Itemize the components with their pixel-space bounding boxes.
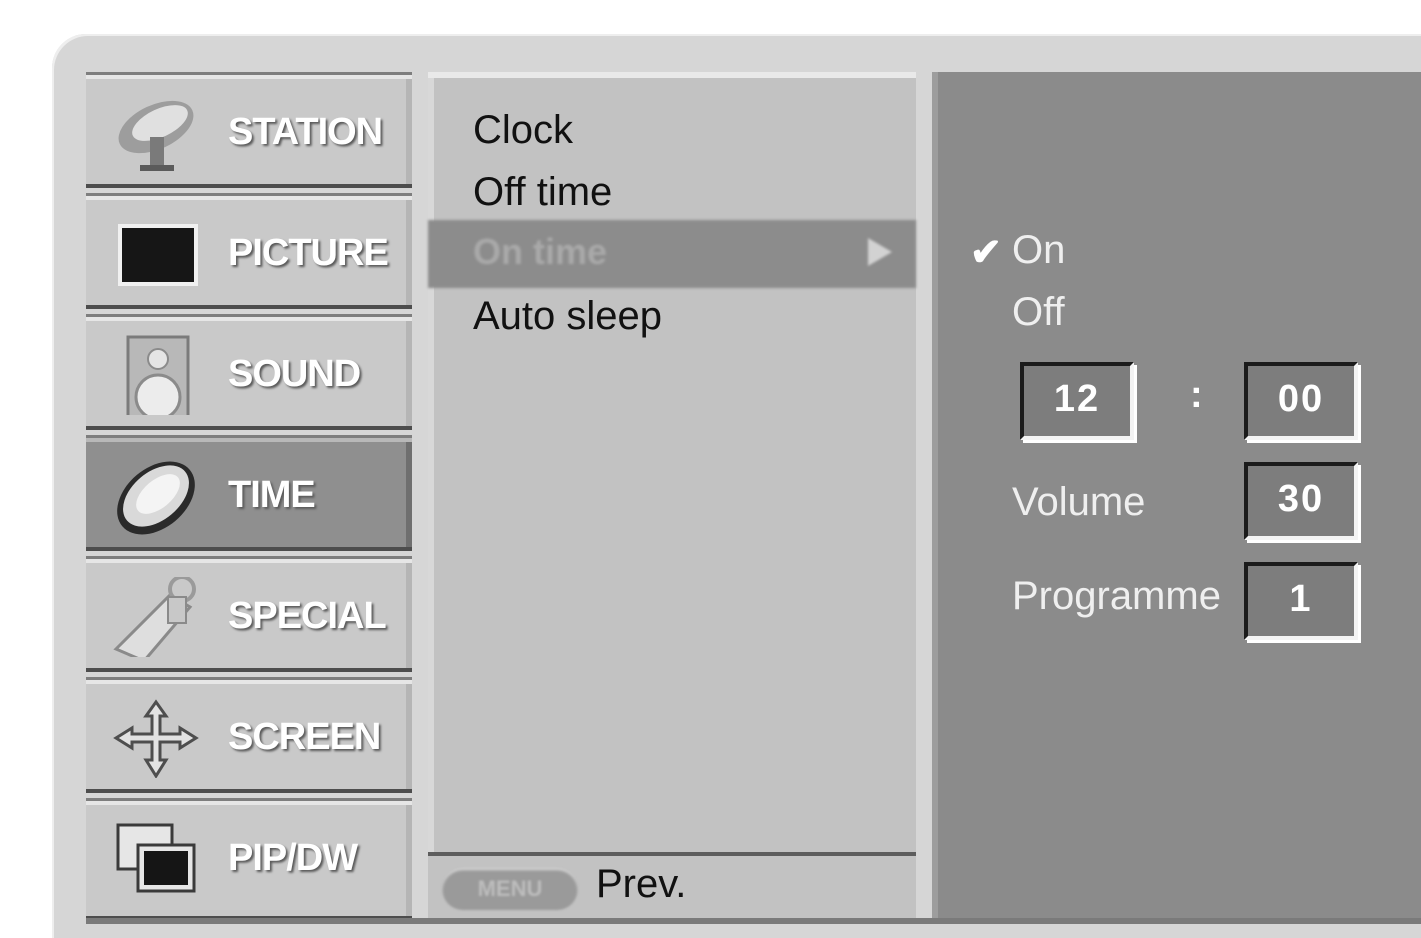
remote-hand-icon <box>113 577 196 657</box>
menu-bottom-edge <box>86 918 1421 924</box>
submenu-item-auto-sleep[interactable]: Auto sleep <box>428 284 916 348</box>
category-label: TIME <box>228 474 316 516</box>
category-menu: STATION PICTURE SOUND TIME SPECIAL SCREE… <box>86 72 412 920</box>
category-station[interactable]: STATION <box>86 72 412 188</box>
submenu-item-off-time[interactable]: Off time <box>428 160 916 224</box>
category-label: STATION <box>228 111 383 153</box>
category-pip-dw[interactable]: PIP/DW <box>86 798 412 920</box>
category-time[interactable]: TIME <box>86 435 412 551</box>
hour-field[interactable]: 12 <box>1020 362 1134 440</box>
volume-label: Volume <box>1012 480 1146 524</box>
speaker-icon <box>126 335 190 415</box>
category-screen[interactable]: SCREEN <box>86 677 412 793</box>
option-off[interactable]: Off <box>1012 290 1065 335</box>
option-on[interactable]: On <box>1012 228 1065 273</box>
move-arrows-icon <box>113 699 199 778</box>
time-submenu: Clock Off time On time Auto sleep MENU P… <box>428 72 916 924</box>
picture-screen-icon <box>118 224 198 286</box>
volume-field[interactable]: 30 <box>1244 462 1358 540</box>
category-label: SCREEN <box>228 716 381 758</box>
clock-icon <box>117 461 195 535</box>
submenu-item-clock[interactable]: Clock <box>428 98 916 162</box>
submenu-item-label: On time <box>473 231 608 272</box>
time-separator: : <box>1190 374 1203 416</box>
menu-button[interactable]: MENU <box>442 868 578 910</box>
category-label: PICTURE <box>228 232 389 274</box>
programme-field[interactable]: 1 <box>1244 562 1358 640</box>
chevron-right-icon <box>868 238 892 266</box>
prev-label: Prev. <box>596 862 687 906</box>
checkmark-icon: ✔ <box>970 232 1002 274</box>
category-label: SOUND <box>228 353 361 395</box>
category-label: SPECIAL <box>228 595 387 637</box>
on-time-panel: ✔ On Off 12 : 00 Volume 30 Programme 1 <box>932 72 1421 920</box>
category-special[interactable]: SPECIAL <box>86 556 412 672</box>
submenu-item-on-time[interactable]: On time <box>428 220 916 288</box>
pip-windows-icon <box>116 823 196 893</box>
category-sound[interactable]: SOUND <box>86 314 412 430</box>
submenu-footer: MENU Prev. <box>428 852 916 924</box>
category-label: PIP/DW <box>228 837 358 879</box>
programme-label: Programme <box>1012 574 1221 618</box>
category-picture[interactable]: PICTURE <box>86 193 412 309</box>
minute-field[interactable]: 00 <box>1244 362 1358 440</box>
satellite-dish-icon <box>118 100 194 171</box>
